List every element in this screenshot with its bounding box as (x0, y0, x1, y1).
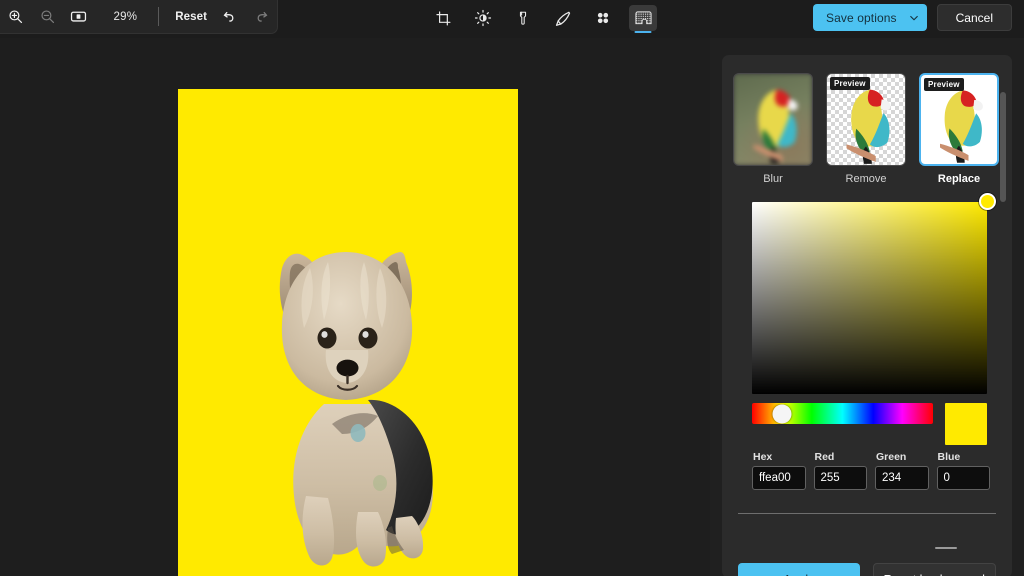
blur-tool[interactable] (583, 0, 623, 38)
thumbnail-preview: Preview (919, 73, 999, 166)
marker-tool[interactable] (503, 0, 543, 38)
color-picker-handle[interactable] (979, 193, 996, 210)
color-value-fields: Hex Red Green Blue (752, 451, 990, 490)
red-field-group: Red (814, 451, 868, 490)
blur-dots-icon (589, 5, 617, 31)
selected-tool-indicator (635, 31, 652, 34)
mode-label: Replace (919, 173, 999, 185)
preview-badge: Preview (830, 77, 870, 90)
toolbar-divider (158, 7, 159, 26)
marker-pen-icon (509, 5, 537, 31)
apply-button[interactable]: Apply (738, 563, 860, 576)
red-label: Red (814, 451, 868, 463)
background-mode-replace[interactable]: Preview (919, 73, 999, 185)
parrot-image (734, 74, 812, 165)
top-toolbar: 29% Reset (0, 0, 1024, 38)
green-field-group: Green (875, 451, 929, 490)
blue-label: Blue (937, 451, 991, 463)
background-tool[interactable] (623, 0, 663, 38)
background-eraser-icon (629, 5, 657, 31)
hue-slider[interactable] (752, 403, 933, 424)
edit-tools-group (423, 0, 663, 38)
red-input[interactable] (814, 466, 868, 490)
hex-label: Hex (752, 451, 806, 463)
adjustments-tool[interactable] (463, 0, 503, 38)
blue-field-group: Blue (937, 451, 991, 490)
selected-color-swatch (945, 403, 987, 445)
reset-zoom-button[interactable]: Reset (168, 6, 214, 28)
zoom-out-icon[interactable] (31, 2, 62, 32)
dog-subject (228, 228, 468, 568)
crop-tool[interactable] (423, 0, 463, 38)
view-controls-group: 29% Reset (0, 0, 278, 34)
thumbnail-preview (733, 73, 813, 166)
hex-input[interactable] (752, 466, 806, 490)
panel-footer-actions: Apply Reset background (738, 563, 996, 576)
fit-to-window-icon[interactable] (63, 2, 94, 32)
background-mode-remove[interactable]: Preview (826, 73, 906, 185)
hue-row (752, 403, 987, 445)
save-options-label: Save options (826, 11, 903, 25)
preview-badge: Preview (924, 78, 964, 91)
window-actions: Save options Cancel (813, 4, 1012, 31)
color-gradient-picker[interactable] (752, 202, 987, 394)
thumbnail-preview: Preview (826, 73, 906, 166)
reset-background-button[interactable]: Reset background (873, 563, 997, 576)
panel-scrollbar[interactable] (1002, 65, 1009, 568)
save-options-button[interactable]: Save options (813, 4, 927, 31)
highlighter-icon (549, 5, 577, 31)
zoom-level-label: 29% (98, 11, 152, 23)
chevron-down-icon[interactable] (905, 9, 923, 27)
image-canvas-area[interactable] (0, 38, 710, 576)
brightness-icon (469, 5, 497, 31)
highlighter-tool[interactable] (543, 0, 583, 38)
cancel-button[interactable]: Cancel (937, 4, 1012, 31)
green-input[interactable] (875, 466, 929, 490)
background-mode-list: Blur Preview (733, 73, 999, 185)
saturation-value-area[interactable] (752, 202, 987, 394)
scrollbar-thumb[interactable] (1000, 92, 1006, 202)
crop-icon (429, 5, 457, 31)
redo-icon[interactable] (246, 2, 277, 32)
panel-divider (738, 513, 996, 514)
hue-slider-handle[interactable] (773, 404, 792, 423)
blue-input[interactable] (937, 466, 991, 490)
hex-field-group: Hex (752, 451, 806, 490)
panel-card: Blur Preview (722, 55, 1012, 576)
mode-label: Blur (733, 173, 813, 185)
collapsed-section-dash (935, 547, 957, 549)
undo-icon[interactable] (214, 2, 245, 32)
edited-photo[interactable] (178, 89, 518, 576)
photo-editor-window: 29% Reset (0, 0, 1024, 576)
zoom-in-icon[interactable] (0, 2, 31, 32)
green-label: Green (875, 451, 929, 463)
background-settings-panel: Blur Preview (710, 38, 1024, 576)
background-mode-blur[interactable]: Blur (733, 73, 813, 185)
mode-label: Remove (826, 173, 906, 185)
